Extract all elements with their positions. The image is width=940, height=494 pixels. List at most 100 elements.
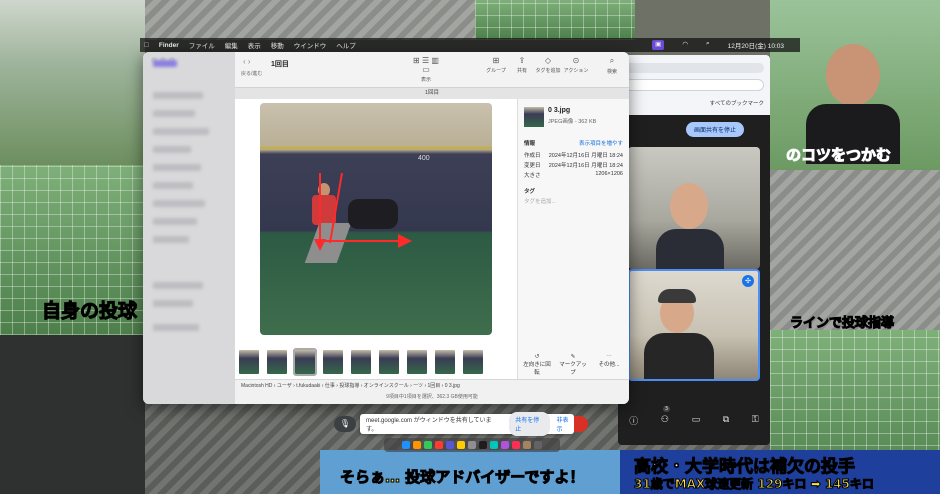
- menu-view[interactable]: 表示: [248, 40, 261, 50]
- caption-bottom-right-2: 31歳でMAX球速更新 129キロ ➡ 145キロ: [634, 477, 875, 492]
- path-item[interactable]: ユーザ: [277, 383, 292, 389]
- tab-strip: [624, 63, 764, 73]
- preview-image[interactable]: 400: [260, 103, 492, 335]
- dock-app-icon[interactable]: [490, 441, 498, 449]
- sidebar-blurred-item[interactable]: [153, 92, 203, 99]
- path-item[interactable]: ーツ: [413, 383, 423, 389]
- menu-file[interactable]: ファイル: [189, 40, 215, 50]
- path-item[interactable]: t.fukudaaki: [296, 383, 320, 389]
- sidebar-blurred-item[interactable]: [153, 218, 197, 225]
- markup-button[interactable]: ✎ マークアップ: [558, 354, 588, 376]
- thumbnail[interactable]: [323, 350, 343, 374]
- dock-app-icon[interactable]: [424, 441, 432, 449]
- view-button[interactable]: ⊞ ☰ ▥ ▭ 表示: [411, 56, 441, 83]
- thumbnail[interactable]: [435, 350, 455, 374]
- sidebar-blurred-item[interactable]: [153, 182, 193, 189]
- dock-app-icon[interactable]: [501, 441, 509, 449]
- info-section-title: 情報: [524, 141, 536, 147]
- tab-current[interactable]: 1回目: [425, 90, 439, 96]
- apple-icon[interactable]: : [144, 42, 149, 49]
- macos-menubar:  Finder ファイル 編集 表示 移動 ウインドウ ヘルプ ▣ ◠ ⌕ 1…: [140, 38, 800, 52]
- action-button[interactable]: ⊙ アクション: [561, 56, 591, 74]
- path-item[interactable]: 投球指導: [339, 383, 359, 389]
- dock-app-icon[interactable]: [468, 441, 476, 449]
- action-icon: ⊙: [572, 56, 580, 65]
- all-bookmarks[interactable]: すべてのブックマーク: [710, 99, 764, 107]
- thumbnail[interactable]: [351, 350, 371, 374]
- thumbnail[interactable]: [239, 350, 259, 374]
- caption-bottom-right-1: 高校・大学時代は補欠の投手: [634, 457, 856, 478]
- dock-app-icon[interactable]: [523, 441, 531, 449]
- path-item[interactable]: Macintosh HD: [241, 383, 272, 389]
- menu-edit[interactable]: 編集: [225, 40, 238, 50]
- info-icon[interactable]: ⓘ: [629, 414, 638, 427]
- info-row-dimensions: 大きさ 1206×1206: [524, 171, 623, 179]
- dock-trash-icon[interactable]: [534, 441, 542, 449]
- thumbnail-strip: [235, 348, 517, 376]
- add-tag-button[interactable]: ◇ タグを追加: [533, 56, 563, 74]
- address-bar[interactable]: [624, 79, 764, 91]
- path-item[interactable]: 仕事: [325, 383, 335, 389]
- coach-face: [826, 44, 880, 106]
- wifi-icon[interactable]: ◠: [682, 40, 688, 50]
- sidebar-blurred-item[interactable]: [153, 60, 177, 67]
- mic-button[interactable]: 🎙: [334, 416, 356, 432]
- sidebar-blurred-item[interactable]: [153, 200, 205, 207]
- thumbnail[interactable]: [267, 350, 287, 374]
- path-item[interactable]: 0 3.jpg: [445, 383, 460, 389]
- people-icon[interactable]: ⚇ 3: [661, 406, 671, 425]
- more-button[interactable]: ⋯ その他...: [594, 354, 624, 368]
- tab-bar[interactable]: 1回目: [235, 88, 629, 99]
- path-item[interactable]: オンラインスクール: [364, 383, 409, 389]
- stop-sharing-button[interactable]: 画面共有を停止: [686, 122, 745, 137]
- meet-controls: ⓘ ⚇ 3 ▭ ⧉ ⚿: [618, 395, 770, 445]
- dock-app-icon[interactable]: [512, 441, 520, 449]
- thumbnail[interactable]: [407, 350, 427, 374]
- menu-go[interactable]: 移動: [271, 40, 284, 50]
- sidebar-blurred-item[interactable]: [153, 300, 193, 307]
- cap-icon: [658, 289, 696, 303]
- sidebar-blurred-item[interactable]: [153, 146, 191, 153]
- lock-icon[interactable]: ⚿: [752, 415, 759, 425]
- back-forward-icon[interactable]: ‹ ›: [243, 57, 251, 66]
- bg-tile-top: [145, 0, 475, 40]
- menu-window[interactable]: ウインドウ: [294, 40, 327, 50]
- stop-sharing-banner-button[interactable]: 共有を停止: [509, 412, 551, 436]
- sidebar-blurred-item[interactable]: [153, 282, 203, 289]
- rotate-left-button[interactable]: ↺ 左向きに回転: [522, 354, 552, 376]
- thumbnail[interactable]: [379, 350, 399, 374]
- menubar-clock[interactable]: 12月20日(金) 10:03: [728, 40, 784, 50]
- dock-app-icon[interactable]: [479, 441, 487, 449]
- tags-input[interactable]: タグを追加...: [524, 197, 556, 205]
- thumbnail[interactable]: [463, 350, 483, 374]
- caption-left: 自身の投球: [41, 300, 138, 323]
- show-more-link[interactable]: 表示項目を増やす: [579, 139, 623, 147]
- sidebar-blurred-item[interactable]: [153, 164, 201, 171]
- sidebar-blurred-item[interactable]: [153, 128, 209, 135]
- sidebar-blurred-item[interactable]: [153, 236, 189, 243]
- dock-app-icon[interactable]: [457, 441, 465, 449]
- file-thumbnail: [524, 107, 544, 127]
- activities-icon[interactable]: ⧉: [723, 415, 729, 425]
- sidebar-blurred-item[interactable]: [153, 324, 199, 331]
- path-bar: Macintosh HD › ユーザ › t.fukudaaki › 仕事 › …: [235, 379, 629, 391]
- search-button[interactable]: ⌕ 検索: [597, 56, 627, 75]
- gallery-preview: 400: [235, 99, 517, 379]
- menu-app-name[interactable]: Finder: [159, 42, 179, 49]
- mic-icon: 🎙: [339, 419, 351, 428]
- chat-icon[interactable]: ▭: [692, 415, 701, 425]
- dock-finder-icon[interactable]: [402, 441, 410, 449]
- sidebar-blurred-item[interactable]: [153, 110, 195, 117]
- participant-2-body: [644, 333, 714, 379]
- dock-app-icon[interactable]: [413, 441, 421, 449]
- screen-share-icon[interactable]: ▣: [652, 40, 665, 50]
- dock-app-icon[interactable]: [435, 441, 443, 449]
- file-name: 0 3.jpg: [548, 107, 571, 114]
- participant-tile-2: ✣: [628, 269, 760, 381]
- search-menubar-icon[interactable]: ⌕: [706, 40, 710, 50]
- path-item[interactable]: 1回目: [428, 383, 441, 389]
- hide-banner-button[interactable]: 非表示: [556, 415, 574, 433]
- menu-help[interactable]: ヘルプ: [336, 40, 356, 50]
- dock-app-icon[interactable]: [446, 441, 454, 449]
- thumbnail-selected[interactable]: [293, 348, 317, 376]
